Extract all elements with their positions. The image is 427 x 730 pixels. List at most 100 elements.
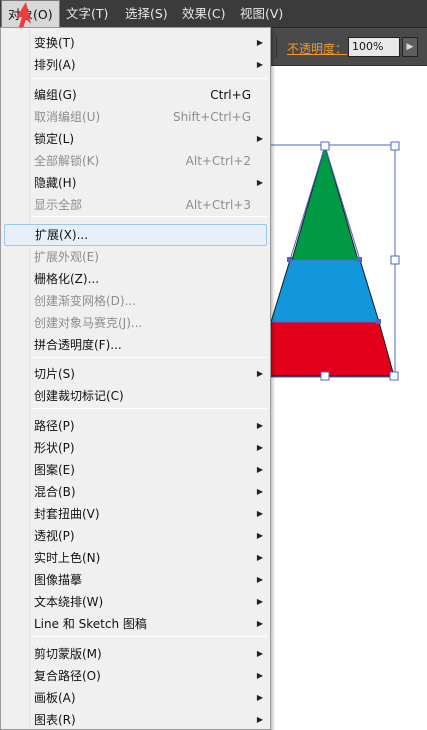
menu-effect[interactable]: 效果(C) xyxy=(176,0,231,28)
menu-item-label: 图案(E) xyxy=(34,463,75,477)
pyramid-tier-middle[interactable] xyxy=(270,259,380,323)
menu-item-28[interactable]: 画板(A) ▶ xyxy=(4,687,267,709)
submenu-arrow-icon: ▶ xyxy=(256,178,263,187)
menu-item-1[interactable]: 排列(A) ▶ xyxy=(4,54,267,76)
menu-item-10[interactable]: 栅格化(Z)... xyxy=(4,268,267,290)
menu-item-label: 文本绕排(W) xyxy=(34,595,104,609)
menu-separator xyxy=(32,78,267,79)
menu-item-label: 形状(P) xyxy=(34,441,75,455)
menu-view[interactable]: 视图(V) xyxy=(234,0,289,28)
object-dropdown-menu: 变换(T) ▶ 排列(A) ▶ 编组(G) Ctrl+G 取消编组(U) Shift+Ctrl… xyxy=(0,27,271,730)
pyramid-tier-bottom[interactable] xyxy=(267,321,395,377)
menu-item-label: 创建渐变网格(D)... xyxy=(34,294,137,308)
menu-item-label: 编组(G) xyxy=(34,88,77,102)
menu-item-label: 显示全部 xyxy=(34,198,83,212)
menu-item-6[interactable]: 隐藏(H) ▶ xyxy=(4,172,267,194)
submenu-arrow-icon: ▶ xyxy=(256,619,263,628)
menu-item-7[interactable]: 显示全部 Alt+Ctrl+3 xyxy=(4,194,267,216)
menu-item-23[interactable]: 图像描摹 ▶ xyxy=(4,569,267,591)
menu-item-15[interactable]: 创建裁切标记(C) xyxy=(4,385,267,407)
submenu-arrow-icon: ▶ xyxy=(256,509,263,518)
menu-separator xyxy=(32,408,267,409)
menu-item-label: 栅格化(Z)... xyxy=(34,272,100,286)
menu-item-label: 拼合透明度(F)... xyxy=(34,338,122,352)
menu-item-label: 混合(B) xyxy=(34,485,76,499)
menu-item-label: 扩展外观(E) xyxy=(34,250,99,264)
menu-item-label: 封套扭曲(V) xyxy=(34,507,100,521)
menu-item-5[interactable]: 全部解锁(K) Alt+Ctrl+2 xyxy=(4,150,267,172)
submenu-arrow-icon: ▶ xyxy=(256,531,263,540)
menu-item-17[interactable]: 形状(P) ▶ xyxy=(4,437,267,459)
submenu-arrow-icon: ▶ xyxy=(256,553,263,562)
menu-item-16[interactable]: 路径(P) ▶ xyxy=(4,415,267,437)
menu-item-24[interactable]: 文本绕排(W) ▶ xyxy=(4,591,267,613)
submenu-arrow-icon: ▶ xyxy=(256,421,263,430)
menu-item-29[interactable]: 图表(R) ▶ xyxy=(4,709,267,730)
menu-bar: 对象(O) 文字(T) 选择(S) 效果(C) 视图(V) xyxy=(0,0,427,28)
submenu-arrow-icon: ▶ xyxy=(256,671,263,680)
menu-item-shortcut: Ctrl+G xyxy=(210,88,251,102)
menu-item-9[interactable]: 扩展外观(E) xyxy=(4,246,267,268)
menu-item-25[interactable]: Line 和 Sketch 图稿 ▶ xyxy=(4,613,267,635)
menu-item-3[interactable]: 取消编组(U) Shift+Ctrl+G xyxy=(4,106,267,128)
submenu-arrow-icon: ▶ xyxy=(256,369,263,378)
menu-item-label: 画板(A) xyxy=(34,691,76,705)
menu-separator xyxy=(32,216,267,217)
menu-item-label: 剪切蒙版(M) xyxy=(34,647,102,661)
menu-item-label: 创建对象马赛克(J)... xyxy=(34,316,143,330)
menu-item-21[interactable]: 透视(P) ▶ xyxy=(4,525,267,547)
menu-item-19[interactable]: 混合(B) ▶ xyxy=(4,481,267,503)
menu-type[interactable]: 文字(T) xyxy=(60,0,114,28)
menu-separator xyxy=(32,636,267,637)
menu-item-4[interactable]: 锁定(L) ▶ xyxy=(4,128,267,150)
menu-item-label: 锁定(L) xyxy=(34,132,75,146)
menu-item-13[interactable]: 拼合透明度(F)... xyxy=(4,334,267,356)
opacity-label[interactable]: 不透明度： xyxy=(287,40,347,57)
menu-item-label: 复合路径(O) xyxy=(34,669,101,683)
menu-select[interactable]: 选择(S) xyxy=(119,0,174,28)
menu-item-22[interactable]: 实时上色(N) ▶ xyxy=(4,547,267,569)
menu-item-label: 取消编组(U) xyxy=(34,110,101,124)
menu-item-label: 排列(A) xyxy=(34,58,76,72)
menu-item-8-expand[interactable]: 扩展(X)... xyxy=(4,224,267,246)
menu-item-11[interactable]: 创建渐变网格(D)... xyxy=(4,290,267,312)
menu-item-label: 全部解锁(K) xyxy=(34,154,100,168)
control-bar-divider xyxy=(276,36,277,58)
menu-item-label: 路径(P) xyxy=(34,419,75,433)
submenu-arrow-icon: ▶ xyxy=(256,443,263,452)
menu-item-label: 切片(S) xyxy=(34,367,75,381)
menu-item-27[interactable]: 复合路径(O) ▶ xyxy=(4,665,267,687)
menu-item-0[interactable]: 变换(T) ▶ xyxy=(4,32,267,54)
menu-item-20[interactable]: 封套扭曲(V) ▶ xyxy=(4,503,267,525)
submenu-arrow-icon: ▶ xyxy=(256,715,263,724)
menu-item-14[interactable]: 切片(S) ▶ xyxy=(4,363,267,385)
submenu-arrow-icon: ▶ xyxy=(256,693,263,702)
opacity-expand-button[interactable]: ▶ xyxy=(402,37,418,57)
submenu-arrow-icon: ▶ xyxy=(256,38,263,47)
opacity-input[interactable]: 100% xyxy=(348,37,400,57)
submenu-arrow-icon: ▶ xyxy=(256,134,263,143)
menu-item-label: 图表(R) xyxy=(34,713,76,727)
menu-item-label: Line 和 Sketch 图稿 xyxy=(34,617,147,631)
submenu-arrow-icon: ▶ xyxy=(256,465,263,474)
menu-item-12[interactable]: 创建对象马赛克(J)... xyxy=(4,312,267,334)
menu-item-label: 隐藏(H) xyxy=(34,176,77,190)
submenu-arrow-icon: ▶ xyxy=(256,60,263,69)
submenu-arrow-icon: ▶ xyxy=(256,649,263,658)
submenu-arrow-icon: ▶ xyxy=(256,597,263,606)
submenu-arrow-icon: ▶ xyxy=(256,575,263,584)
pyramid-tier-top[interactable] xyxy=(291,144,359,261)
menu-item-shortcut: Alt+Ctrl+2 xyxy=(185,154,251,168)
triangle-right-icon: ▶ xyxy=(406,42,414,52)
menu-item-shortcut: Shift+Ctrl+G xyxy=(172,110,251,124)
menu-item-label: 实时上色(N) xyxy=(34,551,101,565)
menu-item-18[interactable]: 图案(E) ▶ xyxy=(4,459,267,481)
menu-item-label: 图像描摹 xyxy=(34,573,83,587)
submenu-arrow-icon: ▶ xyxy=(256,487,263,496)
menu-item-26[interactable]: 剪切蒙版(M) ▶ xyxy=(4,643,267,665)
menu-item-label: 透视(P) xyxy=(34,529,75,543)
menu-item-shortcut: Alt+Ctrl+3 xyxy=(185,198,251,212)
menu-item-2[interactable]: 编组(G) Ctrl+G xyxy=(4,84,267,106)
menu-item-label: 扩展(X)... xyxy=(35,228,89,242)
menu-separator xyxy=(32,357,267,358)
